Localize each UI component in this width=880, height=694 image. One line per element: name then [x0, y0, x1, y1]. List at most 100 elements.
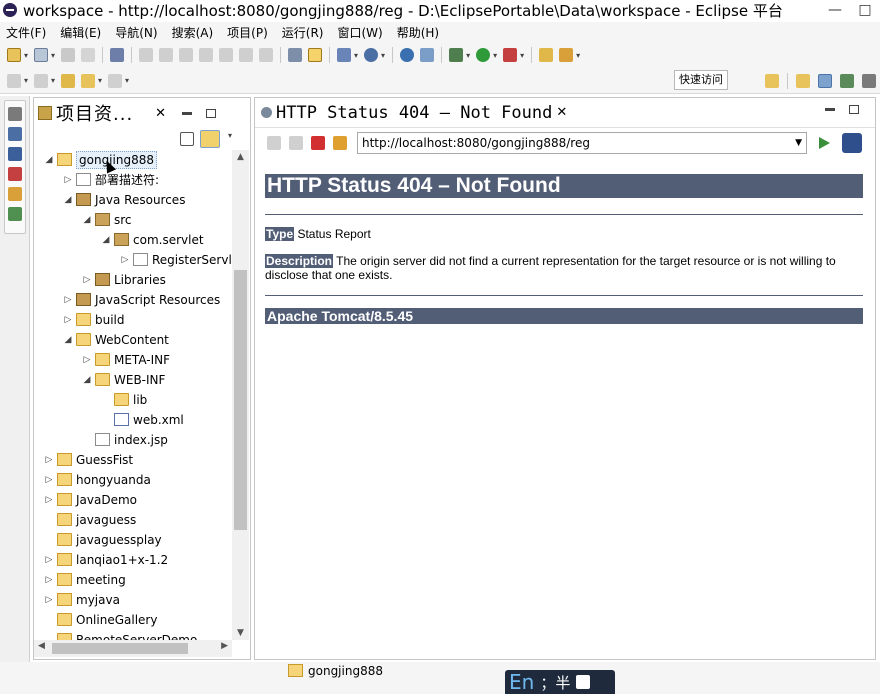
scroll-thumb[interactable]	[52, 643, 188, 654]
menu-edit[interactable]: 编辑(E)	[60, 24, 101, 41]
menu-help[interactable]: 帮助(H)	[397, 24, 439, 41]
menu-project[interactable]: 项目(P)	[227, 24, 268, 41]
collapse-all-icon[interactable]	[180, 132, 194, 146]
ime-mode[interactable]: ；半	[540, 672, 570, 693]
tasks-view-icon[interactable]	[8, 187, 22, 201]
new-server-icon[interactable]	[34, 48, 49, 62]
step-return-icon[interactable]	[259, 48, 274, 62]
web-services-dropdown[interactable]: ▾	[381, 51, 385, 60]
web-services-icon[interactable]	[364, 48, 379, 62]
stop-icon[interactable]	[311, 136, 325, 150]
tree-item[interactable]: ▷ GuessFist	[34, 450, 232, 470]
step-over-icon[interactable]	[239, 48, 254, 62]
server-icon[interactable]	[420, 48, 435, 62]
collapsed-arrow-icon[interactable]: ▷	[82, 350, 92, 370]
view-menu-icon[interactable]: ▾	[228, 131, 232, 140]
maximize-button[interactable]: □	[850, 2, 880, 18]
tree-item[interactable]: ▷ meeting	[34, 570, 232, 590]
scroll-thumb[interactable]	[234, 270, 247, 530]
tree-item[interactable]: ▷ myjava	[34, 590, 232, 610]
maximize-icon[interactable]	[849, 105, 859, 114]
expanded-arrow-icon[interactable]: ◢	[63, 330, 73, 350]
tree-item[interactable]: ◢ com.servlet	[34, 230, 232, 250]
tree-item[interactable]: ▷ Libraries	[34, 270, 232, 290]
progress-view-icon[interactable]	[8, 207, 22, 221]
tree-item[interactable]: ◢ WebContent	[34, 330, 232, 350]
save-all-icon[interactable]	[81, 48, 96, 62]
next-annotation-dropdown[interactable]: ▾	[24, 76, 28, 85]
maximize-icon[interactable]	[206, 108, 217, 118]
tree-item[interactable]: ▷ lanqiao1+x-1.2	[34, 550, 232, 570]
forward-icon[interactable]	[289, 136, 303, 150]
eclipse-browser-icon[interactable]	[842, 133, 862, 153]
tree-item[interactable]: OnlineGallery	[34, 610, 232, 630]
url-input[interactable]: http://localhost:8080/gongjing888/reg ▼	[357, 132, 807, 154]
run-icon[interactable]	[476, 48, 491, 62]
external-tools-icon[interactable]	[503, 48, 518, 62]
collapsed-arrow-icon[interactable]: ▷	[63, 170, 73, 190]
tree-item[interactable]: ▷ JavaScript Resources	[34, 290, 232, 310]
back-icon[interactable]	[81, 73, 96, 88]
quick-access-field[interactable]: 快速访问	[674, 70, 728, 90]
java-perspective-icon[interactable]	[818, 74, 832, 88]
problems-view-icon[interactable]	[8, 167, 22, 181]
new-server-dropdown[interactable]: ▾	[51, 51, 55, 60]
use-step-filters-icon[interactable]	[288, 48, 303, 62]
expanded-arrow-icon[interactable]: ◢	[44, 150, 54, 170]
next-annotation-icon[interactable]	[7, 73, 21, 88]
expanded-arrow-icon[interactable]: ◢	[82, 210, 92, 230]
scroll-right-icon[interactable]: ▶	[221, 641, 228, 651]
scroll-down-icon[interactable]: ▼	[232, 628, 249, 638]
tree-item[interactable]: lib	[34, 390, 232, 410]
menu-file[interactable]: 文件(F)	[6, 24, 46, 41]
tree-item[interactable]: ◢ src	[34, 210, 232, 230]
expanded-arrow-icon[interactable]: ◢	[82, 370, 92, 390]
build-dropdown[interactable]: ▾	[354, 51, 358, 60]
ime-language[interactable]: En	[509, 670, 534, 694]
close-tab-icon[interactable]: ✕	[556, 105, 567, 120]
open-type-icon[interactable]	[539, 48, 554, 62]
collapsed-arrow-icon[interactable]: ▷	[44, 490, 54, 510]
back-icon[interactable]	[267, 136, 281, 150]
debug-dropdown[interactable]: ▾	[466, 51, 470, 60]
save-icon[interactable]	[61, 48, 76, 62]
link-with-editor-icon[interactable]	[200, 130, 220, 148]
forward-icon[interactable]	[108, 73, 123, 88]
tree-item[interactable]: ▷ META-INF	[34, 350, 232, 370]
tree-horizontal-scrollbar[interactable]: ◀ ▶	[34, 640, 232, 657]
tree-vertical-scrollbar[interactable]: ▲ ▼	[232, 150, 249, 640]
tree-item[interactable]: javaguess	[34, 510, 232, 530]
menu-search[interactable]: 搜索(A)	[172, 24, 214, 41]
tree-item[interactable]: ▷ build	[34, 310, 232, 330]
external-tools-dropdown[interactable]: ▾	[520, 51, 524, 60]
collapsed-arrow-icon[interactable]: ▷	[44, 450, 54, 470]
tree-item[interactable]: ▷ RegisterServl	[34, 250, 232, 270]
disconnect-icon[interactable]	[199, 48, 214, 62]
last-edit-icon[interactable]	[61, 73, 76, 88]
open-task-icon[interactable]	[559, 48, 574, 62]
skin-icon[interactable]	[576, 675, 591, 689]
java-ee-perspective-icon[interactable]	[796, 74, 810, 88]
collapsed-arrow-icon[interactable]: ▷	[82, 270, 92, 290]
explorer-title[interactable]: 项目资...	[56, 100, 133, 126]
expanded-arrow-icon[interactable]: ◢	[101, 230, 111, 250]
minimize-icon[interactable]	[182, 111, 193, 115]
minimize-button[interactable]: —	[820, 2, 850, 18]
back-dropdown[interactable]: ▾	[98, 76, 102, 85]
step-into-icon[interactable]	[219, 48, 234, 62]
expanded-arrow-icon[interactable]: ◢	[63, 190, 73, 210]
tree-item[interactable]: ◢ WEB-INF	[34, 370, 232, 390]
terminate-icon[interactable]	[179, 48, 194, 62]
collapsed-arrow-icon[interactable]: ▷	[120, 250, 130, 270]
build-icon[interactable]	[337, 48, 352, 62]
tree-item[interactable]: ▷ hongyuanda	[34, 470, 232, 490]
run-dropdown[interactable]: ▾	[493, 51, 497, 60]
menu-window[interactable]: 窗口(W)	[337, 24, 382, 41]
tree-item[interactable]: index.jsp	[34, 430, 232, 450]
scroll-up-icon[interactable]: ▲	[232, 152, 249, 162]
resume-icon[interactable]	[139, 48, 154, 62]
restore-icon[interactable]	[8, 107, 22, 121]
other-perspective-icon[interactable]	[862, 74, 876, 88]
previous-annotation-icon[interactable]	[34, 73, 49, 88]
tree-item[interactable]: RemoteServerDemo	[34, 630, 232, 640]
